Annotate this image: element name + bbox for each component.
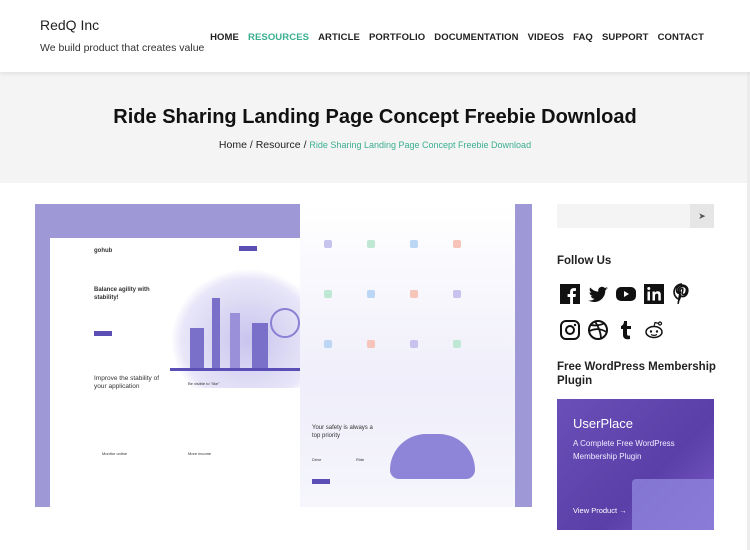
twitter-icon[interactable] [587,283,609,305]
breadcrumb-separator: / [249,139,253,151]
nav-faq[interactable]: FAQ [573,32,593,43]
nav-home[interactable]: HOME [210,32,239,43]
send-icon: ➤ [698,210,706,221]
site-brand[interactable]: RedQ Inc [40,17,99,33]
preview-section-title: Improve the stability of your applicatio… [94,375,160,390]
preview-card-title: Be visible to "like" [188,381,220,386]
preview-left-page: gohub Balance agility with stability! Im… [50,238,300,507]
landing-page-preview-image: gohub Balance agility with stability! Im… [35,204,532,507]
breadcrumb-current: Ride Sharing Landing Page Concept Freebi… [309,140,532,150]
preview-feature-icon [453,290,461,298]
search-input[interactable] [557,204,690,228]
youtube-icon[interactable] [615,283,637,305]
banner-title: UserPlace [573,416,633,431]
preview-logo: gohub [94,248,113,254]
preview-safety-title: Your safety is always a top priority [312,425,373,439]
instagram-icon[interactable] [559,319,581,341]
page-hero: Ride Sharing Landing Page Concept Freebi… [0,72,750,183]
plugin-widget-title: Free WordPress Membership Plugin [557,361,716,387]
preview-feature-icon [367,340,375,348]
breadcrumb: Home / Resource / Ride Sharing Landing P… [0,139,750,151]
nav-article[interactable]: ARTICLE [318,32,360,43]
nav-support[interactable]: SUPPORT [602,32,649,43]
search-submit-button[interactable]: ➤ [690,204,714,228]
preview-feature-icon [410,340,418,348]
tumblr-icon[interactable] [615,319,637,341]
preview-cta [312,479,330,484]
preview-right-page: Your safety is always a top priority Dri… [300,204,515,507]
dribbble-icon[interactable] [587,319,609,341]
facebook-icon[interactable] [559,283,581,305]
view-product-link[interactable]: View Product → [573,506,627,515]
preview-ride: Ride [356,457,365,462]
page-title: Ride Sharing Landing Page Concept Freebi… [113,106,637,128]
follow-us-title: Follow Us [557,255,612,267]
nav-documentation[interactable]: DOCUMENTATION [434,32,518,43]
linkedin-icon[interactable] [643,283,665,305]
preview-feature-icon [410,240,418,248]
preview-cta [94,331,112,336]
preview-card-title: Monitor online [102,451,128,456]
search-form: ➤ [557,204,714,228]
nav-videos[interactable]: VIDEOS [528,32,565,43]
social-icons [559,283,699,341]
preview-feature-icon [324,240,332,248]
reddit-icon[interactable] [643,319,665,341]
breadcrumb-separator: / [303,139,307,151]
pinterest-icon[interactable] [671,283,693,305]
site-header: RedQ Inc We build product that creates v… [0,0,750,72]
nav-portfolio[interactable]: PORTFOLIO [369,32,425,43]
banner-subtitle: A Complete Free WordPress Membership Plu… [573,439,675,461]
userplace-banner[interactable]: UserPlace A Complete Free WordPress Memb… [557,399,714,530]
site-tagline: We build product that creates value [40,42,205,54]
preview-drive: Drive [312,457,322,462]
banner-illustration [632,479,714,530]
preview-signin-button [239,246,257,251]
preview-feature-icon [410,290,418,298]
main-nav: HOME RESOURCES ARTICLE PORTFOLIO DOCUMENTATI… [210,32,704,43]
car-illustration [390,434,475,479]
breadcrumb-home[interactable]: Home [219,139,247,151]
preview-feature-icon [453,340,461,348]
preview-card-title: More income [188,451,212,456]
preview-feature-icon [367,240,375,248]
city-illustration [170,268,300,388]
preview-feature-icon [367,290,375,298]
nav-contact[interactable]: CONTACT [658,32,704,43]
nav-resources[interactable]: RESOURCES [248,32,309,43]
preview-feature-icon [453,240,461,248]
preview-feature-icon [324,340,332,348]
preview-feature-icon [324,290,332,298]
preview-headline: Balance agility with stability! [94,287,150,301]
breadcrumb-resource[interactable]: Resource [256,139,301,151]
